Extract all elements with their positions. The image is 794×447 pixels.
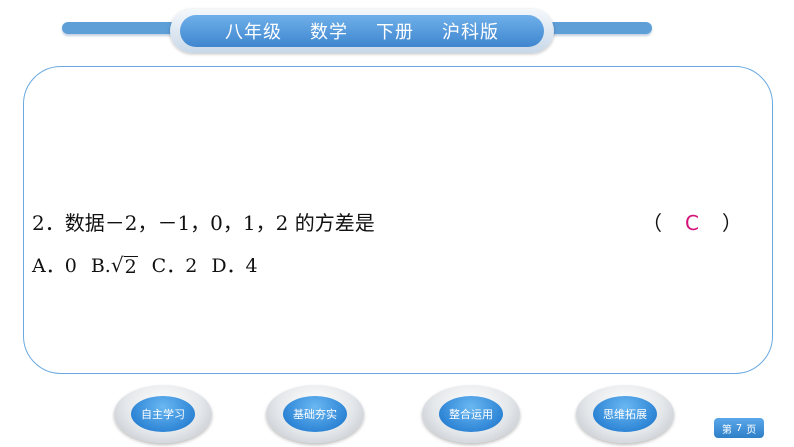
sqrt-expression: √ 2 — [111, 253, 138, 277]
nav-label-basics: 基础夯实 — [283, 396, 347, 432]
page-prefix: 第 — [721, 424, 732, 436]
option-d: D．4 — [211, 255, 258, 277]
option-b-label: B. — [90, 255, 111, 277]
header-grade: 八年级 — [225, 22, 282, 43]
nav-button-basics[interactable]: 基础夯实 — [266, 385, 364, 443]
page-number: 7 — [735, 422, 743, 434]
page-suffix: 页 — [746, 424, 757, 436]
option-b-radicand: 2 — [123, 256, 138, 278]
option-b: B. √ 2 — [91, 253, 138, 277]
header-subject: 数学 — [310, 22, 348, 43]
nav-label-extension: 思维拓展 — [593, 396, 657, 432]
header-left-bar — [62, 22, 180, 34]
nav-button-self-study[interactable]: 自主学习 — [114, 385, 212, 443]
option-c: C．2 — [151, 255, 198, 277]
nav-button-integration[interactable]: 整合运用 — [422, 385, 520, 443]
nav-label-integration: 整合运用 — [439, 396, 503, 432]
header-right-bar — [548, 22, 652, 34]
nav-button-extension[interactable]: 思维拓展 — [576, 385, 674, 443]
page-number-badge: 第 7 页 — [714, 418, 764, 438]
header-title-banner: 八年级 数学 下册 沪科版 — [180, 15, 544, 47]
header-volume: 下册 — [376, 22, 414, 43]
answer-paren-close: ） — [722, 211, 742, 235]
header-edition: 沪科版 — [442, 22, 499, 43]
question-stem: 2．数据－2，－1，0，1，2 的方差是 — [32, 211, 375, 235]
slide-page: 八年级 数学 下册 沪科版 2．数据－2，－1，0，1，2 的方差是 （ C ） A… — [0, 0, 794, 447]
answer-choice: C — [685, 211, 699, 235]
option-a: A．0 — [32, 255, 77, 277]
answer-options: A．0 B. √ 2 C．2 D．4 — [32, 251, 272, 278]
answer-blank: （ C ） — [642, 207, 742, 236]
answer-paren-open: （ — [642, 211, 662, 235]
sqrt-icon: √ — [110, 253, 124, 277]
nav-label-self-study: 自主学习 — [131, 396, 195, 432]
